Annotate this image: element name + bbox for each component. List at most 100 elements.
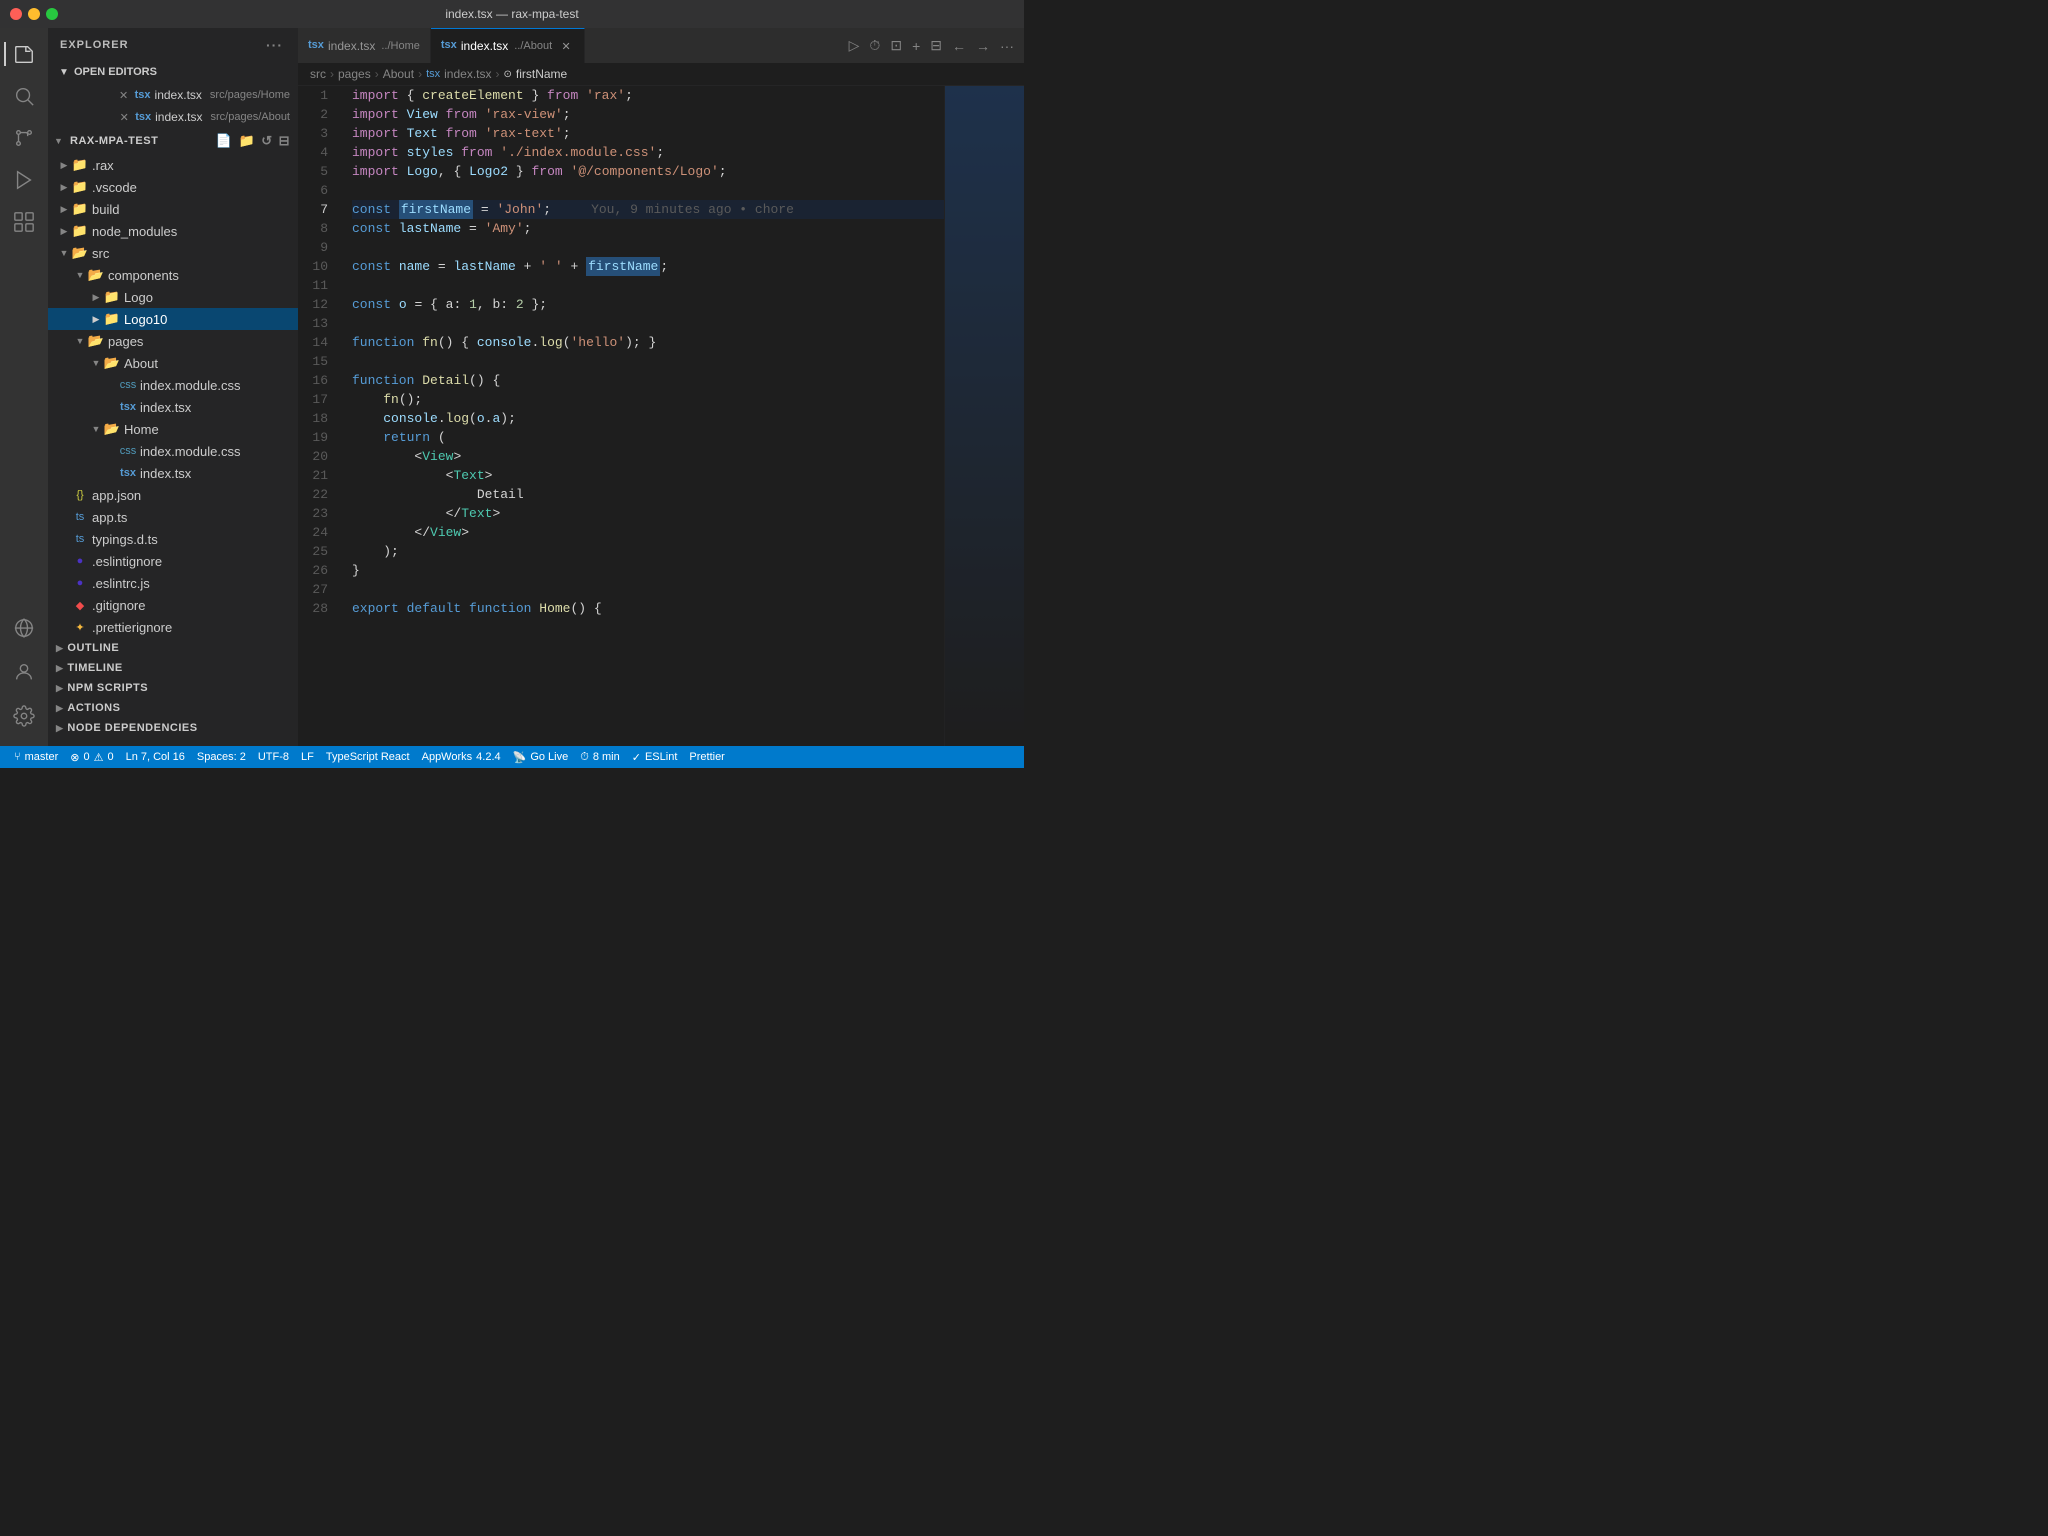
tree-item-home[interactable]: ▼ 📂 Home xyxy=(48,418,298,440)
tree-item-appjson[interactable]: {} app.json xyxy=(48,484,298,506)
breadcrumb-symbol[interactable]: firstName xyxy=(516,67,567,81)
breadcrumb-src[interactable]: src xyxy=(310,67,326,81)
settings-activity-icon[interactable] xyxy=(4,696,44,736)
tab-about[interactable]: tsx index.tsx ../About ✕ xyxy=(431,28,585,63)
tree-item-build[interactable]: ▶ 📁 build xyxy=(48,198,298,220)
tab-close-about[interactable]: ✕ xyxy=(558,38,574,54)
code-line-19: return ( xyxy=(352,428,944,447)
tree-item-about-css[interactable]: css index.module.css xyxy=(48,374,298,396)
open-editor-about[interactable]: ✕ tsx index.tsx src/pages/About xyxy=(48,106,298,128)
tab-more-icon[interactable]: ··· xyxy=(998,36,1016,56)
add-tab-icon[interactable]: + xyxy=(910,36,922,56)
search-activity-icon[interactable] xyxy=(4,76,44,116)
code-line-26: } xyxy=(352,561,944,580)
remote-activity-icon[interactable] xyxy=(4,608,44,648)
status-branch[interactable]: ⑂ master xyxy=(8,746,64,768)
tab-nav-right[interactable]: → xyxy=(974,36,992,56)
tree-item-logo10[interactable]: ▶ 📁 Logo10 xyxy=(48,308,298,330)
tree-item-gitignore[interactable]: ◆ .gitignore xyxy=(48,594,298,616)
status-errors[interactable]: ⊗ 0 ⚠ 0 xyxy=(64,746,119,768)
activity-bar-bottom xyxy=(4,608,44,746)
tree-item-components[interactable]: ▼ 📂 components xyxy=(48,264,298,286)
ts-icon-app: ts xyxy=(72,509,88,525)
tab-home[interactable]: tsx index.tsx ../Home xyxy=(298,28,431,63)
refresh-icon[interactable]: ↺ xyxy=(259,132,274,150)
tab-path-about: ../About xyxy=(514,40,552,52)
node-dependencies-section[interactable]: ▶ NODE DEPENDENCIES xyxy=(48,718,298,738)
tab-layout-icon[interactable]: ⊟ xyxy=(928,35,944,56)
tree-item-appts[interactable]: ts app.ts xyxy=(48,506,298,528)
new-folder-icon[interactable]: 📁 xyxy=(237,132,258,150)
tree-item-home-css[interactable]: css index.module.css xyxy=(48,440,298,462)
new-file-icon[interactable]: 📄 xyxy=(214,132,235,150)
status-golive[interactable]: 📡 Go Live xyxy=(507,746,575,768)
tab-nav-left[interactable]: ← xyxy=(950,36,968,56)
code-line-28: export default function Home() { xyxy=(352,599,944,618)
tree-item-pages[interactable]: ▼ 📂 pages xyxy=(48,330,298,352)
extensions-activity-icon[interactable] xyxy=(4,202,44,242)
minimize-button[interactable] xyxy=(28,8,40,20)
tree-item-rax[interactable]: ▶ 📁 .rax xyxy=(48,154,298,176)
open-editor-name-about: index.tsx xyxy=(155,110,202,124)
actions-section[interactable]: ▶ ACTIONS xyxy=(48,698,298,718)
tree-item-prettierignore[interactable]: ✦ .prettierignore xyxy=(48,616,298,638)
open-editor-close-about[interactable]: ✕ xyxy=(117,110,131,124)
sidebar-more-icon[interactable]: ··· xyxy=(263,36,286,54)
open-editor-home[interactable]: ✕ tsx index.tsx src/pages/Home xyxy=(48,84,298,106)
status-position[interactable]: Ln 7, Col 16 xyxy=(120,746,191,768)
tree-item-node-modules[interactable]: ▶ 📁 node_modules xyxy=(48,220,298,242)
explorer-activity-icon[interactable] xyxy=(4,34,44,74)
no-chevron-10 xyxy=(56,597,72,613)
tree-label-typings: typings.d.ts xyxy=(92,532,158,547)
history-icon[interactable]: ⏱ xyxy=(867,35,882,56)
collapse-all-icon[interactable]: ⊟ xyxy=(277,132,292,150)
breadcrumb-sep4: › xyxy=(495,67,499,81)
folder-icon-home: 📂 xyxy=(104,421,120,437)
tree-item-eslintignore[interactable]: ● .eslintignore xyxy=(48,550,298,572)
code-editor[interactable]: 1 2 3 4 5 6 7 8 9 10 11 12 13 14 15 16 1 xyxy=(298,86,1024,746)
tree-item-about[interactable]: ▼ 📂 About xyxy=(48,352,298,374)
open-editors-header[interactable]: ▼ OPEN EDITORS xyxy=(48,60,298,84)
source-control-activity-icon[interactable] xyxy=(4,118,44,158)
tree-item-logo[interactable]: ▶ 📁 Logo xyxy=(48,286,298,308)
breadcrumb-about[interactable]: About xyxy=(383,67,414,81)
tree-item-src[interactable]: ▼ 📂 src xyxy=(48,242,298,264)
run-icon[interactable]: ▷ xyxy=(847,35,862,56)
npm-scripts-section[interactable]: ▶ NPM SCRIPTS xyxy=(48,678,298,698)
project-header[interactable]: ▼ RAX-MPA-TEST 📄 📁 ↺ ⊟ xyxy=(48,128,298,154)
breadcrumb-file[interactable]: index.tsx xyxy=(444,67,491,81)
window-controls[interactable] xyxy=(10,8,58,20)
run-debug-activity-icon[interactable] xyxy=(4,160,44,200)
status-eslint[interactable]: ✓ ESLint xyxy=(626,746,684,768)
status-language[interactable]: TypeScript React xyxy=(320,746,416,768)
status-timer[interactable]: ⏱ 8 min xyxy=(574,746,626,768)
tree-label-rax: .rax xyxy=(92,158,114,173)
chevron-logo10: ▶ xyxy=(88,311,104,327)
status-spaces[interactable]: Spaces: 2 xyxy=(191,746,252,768)
outline-section[interactable]: ▶ OUTLINE xyxy=(48,638,298,658)
ln-4: 4 xyxy=(298,143,336,162)
breadcrumb-pages[interactable]: pages xyxy=(338,67,371,81)
tree-item-about-tsx[interactable]: tsx index.tsx xyxy=(48,396,298,418)
split-icon[interactable]: ⊡ xyxy=(888,35,904,56)
status-appworks[interactable]: AppWorks 4.2.4 xyxy=(416,746,507,768)
eslint-icon-ignore: ● xyxy=(72,553,88,569)
tree-item-typings[interactable]: ts typings.d.ts xyxy=(48,528,298,550)
no-chevron-9 xyxy=(56,575,72,591)
status-line-ending[interactable]: LF xyxy=(295,746,320,768)
code-content[interactable]: import { createElement } from 'rax'; imp… xyxy=(348,86,944,746)
tree-item-home-tsx[interactable]: tsx index.tsx xyxy=(48,462,298,484)
ln-23: 23 xyxy=(298,504,336,523)
prettier-icon: ✦ xyxy=(72,619,88,635)
open-editor-close-home[interactable]: ✕ xyxy=(117,88,131,102)
close-button[interactable] xyxy=(10,8,22,20)
status-prettier[interactable]: Prettier xyxy=(683,746,730,768)
account-activity-icon[interactable] xyxy=(4,652,44,692)
timeline-section[interactable]: ▶ TIMELINE xyxy=(48,658,298,678)
ln-3: 3 xyxy=(298,124,336,143)
status-encoding[interactable]: UTF-8 xyxy=(252,746,295,768)
eslint-text: ESLint xyxy=(645,751,677,763)
tree-item-eslintrc[interactable]: ● .eslintrc.js xyxy=(48,572,298,594)
tree-item-vscode[interactable]: ▶ 📁 .vscode xyxy=(48,176,298,198)
maximize-button[interactable] xyxy=(46,8,58,20)
